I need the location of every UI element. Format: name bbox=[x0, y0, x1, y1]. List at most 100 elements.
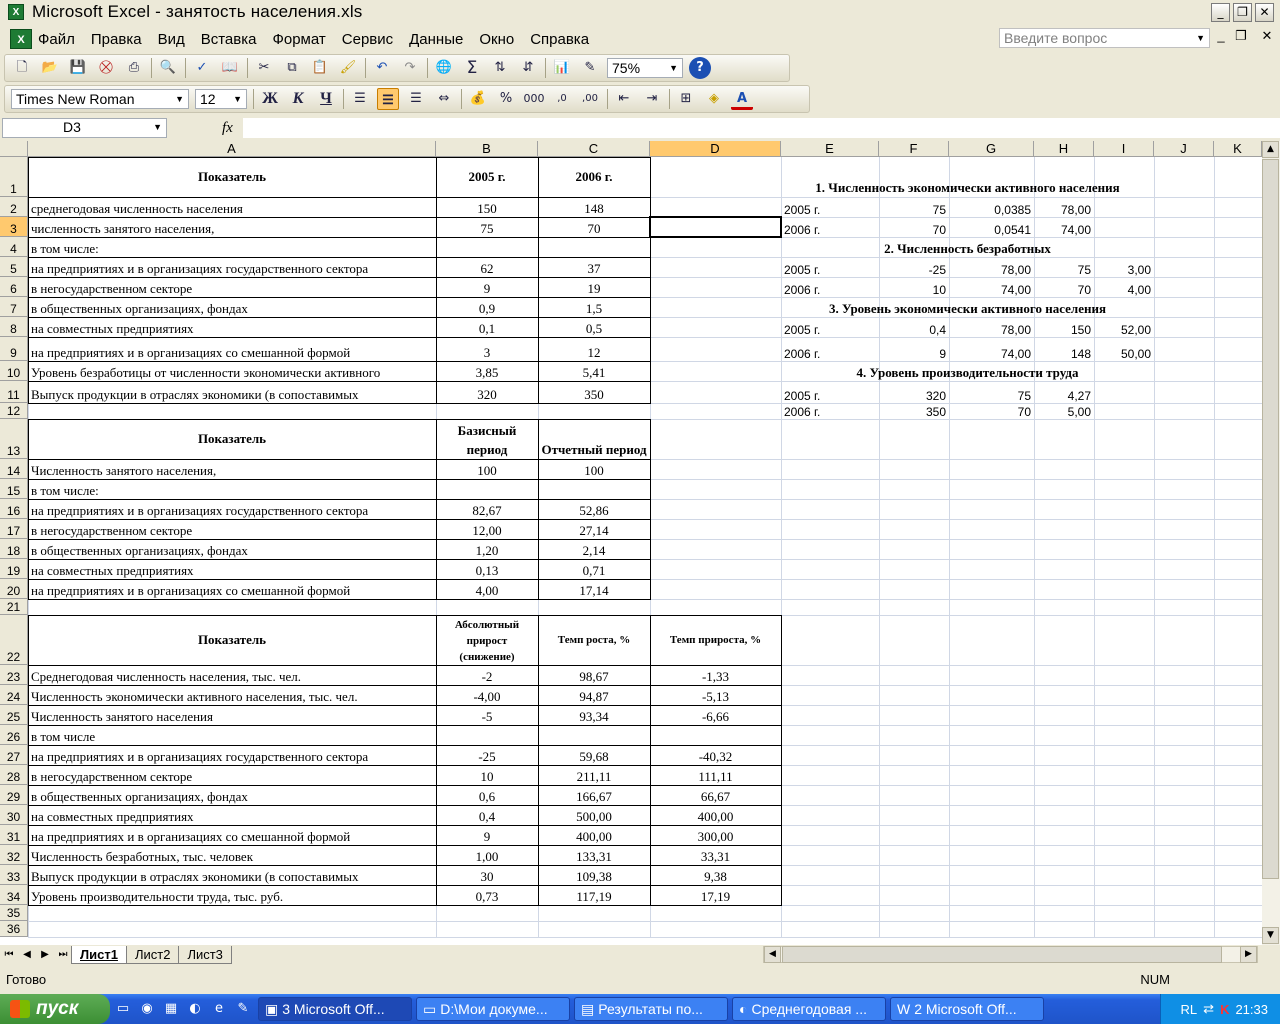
cell-g2[interactable]: 0,0385 bbox=[949, 197, 1034, 217]
cell-e5[interactable]: 2005 г. bbox=[781, 257, 879, 277]
menu-edit[interactable]: Правка bbox=[91, 31, 142, 48]
column-header-b[interactable]: B bbox=[436, 141, 538, 157]
cell-c18[interactable]: 2,14 bbox=[538, 539, 650, 559]
font-color-icon[interactable]: A bbox=[731, 88, 753, 110]
cell-e10[interactable]: 4. Уровень производительности труда bbox=[781, 361, 1154, 381]
cell-a14[interactable]: Численность занятого населения, bbox=[28, 459, 436, 479]
cell-i8[interactable]: 52,00 bbox=[1094, 317, 1154, 337]
undo-icon[interactable]: ↶ bbox=[371, 57, 393, 79]
column-header-d[interactable]: D bbox=[650, 141, 781, 157]
sort-descending-icon[interactable]: ⇵ bbox=[517, 57, 539, 79]
cell-c13[interactable]: Отчетный период bbox=[538, 419, 650, 459]
cell-b14[interactable]: 100 bbox=[436, 459, 538, 479]
menu-format[interactable]: Формат bbox=[272, 31, 325, 48]
row-header-26[interactable]: 26 bbox=[0, 725, 28, 745]
font-select[interactable]: Times New Roman ▼ bbox=[11, 89, 189, 109]
last-sheet-icon[interactable]: ⏭ bbox=[54, 949, 72, 960]
cell-b30[interactable]: 0,4 bbox=[436, 805, 538, 825]
cell-a27[interactable]: на предприятиях и в организациях государ… bbox=[28, 745, 436, 765]
cell-c7[interactable]: 1,5 bbox=[538, 297, 650, 317]
cell-a15[interactable]: в том числе: bbox=[28, 479, 436, 499]
column-header-c[interactable]: C bbox=[538, 141, 650, 157]
fill-color-icon[interactable]: ◈ bbox=[703, 88, 725, 110]
cell-h5[interactable]: 75 bbox=[1034, 257, 1094, 277]
row-header-13[interactable]: 13 bbox=[0, 419, 28, 459]
column-header-k[interactable]: K bbox=[1214, 141, 1262, 157]
cell-d30[interactable]: 400,00 bbox=[650, 805, 781, 825]
active-cell[interactable] bbox=[649, 216, 782, 238]
cell-c32[interactable]: 133,31 bbox=[538, 845, 650, 865]
cell-b33[interactable]: 30 bbox=[436, 865, 538, 885]
prev-sheet-icon[interactable]: ◀ bbox=[18, 949, 36, 960]
cell-c31[interactable]: 400,00 bbox=[538, 825, 650, 845]
chart-wizard-icon[interactable]: 📊 bbox=[551, 57, 573, 79]
format-painter-icon[interactable]: 🖌 bbox=[337, 57, 359, 79]
increase-decimal-icon[interactable]: ,0 bbox=[551, 88, 573, 110]
row-header-28[interactable]: 28 bbox=[0, 765, 28, 785]
cell-c25[interactable]: 93,34 bbox=[538, 705, 650, 725]
cell-c14[interactable]: 100 bbox=[538, 459, 650, 479]
cell-e7[interactable]: 3. Уровень экономически активного населе… bbox=[781, 297, 1154, 317]
cell-b7[interactable]: 0,9 bbox=[436, 297, 538, 317]
row-header-30[interactable]: 30 bbox=[0, 805, 28, 825]
row-header-11[interactable]: 11 bbox=[0, 381, 28, 403]
cell-d23[interactable]: -1,33 bbox=[650, 665, 781, 685]
cell-a20[interactable]: на предприятиях и в организациях со смеш… bbox=[28, 579, 436, 599]
menu-insert[interactable]: Вставка bbox=[201, 31, 257, 48]
decrease-decimal-icon[interactable]: ,00 bbox=[579, 88, 601, 110]
open-icon[interactable]: 📂 bbox=[39, 57, 61, 79]
copy-icon[interactable]: ⧉ bbox=[281, 57, 303, 79]
cell-e9[interactable]: 2006 г. bbox=[781, 337, 879, 361]
cell-b18[interactable]: 1,20 bbox=[436, 539, 538, 559]
cell-c16[interactable]: 52,86 bbox=[538, 499, 650, 519]
cell-c30[interactable]: 500,00 bbox=[538, 805, 650, 825]
cell-c5[interactable]: 37 bbox=[538, 257, 650, 277]
menu-help[interactable]: Справка bbox=[530, 31, 589, 48]
quick-launch-firefox-icon[interactable]: ◐ bbox=[184, 998, 206, 1020]
paste-icon[interactable]: 📋 bbox=[309, 57, 331, 79]
row-header-24[interactable]: 24 bbox=[0, 685, 28, 705]
cell-e6[interactable]: 2006 г. bbox=[781, 277, 879, 297]
cell-d27[interactable]: -40,32 bbox=[650, 745, 781, 765]
cell-a4[interactable]: в том числе: bbox=[28, 237, 436, 257]
cell-f2[interactable]: 75 bbox=[879, 197, 949, 217]
cell-a5[interactable]: на предприятиях и в организациях государ… bbox=[28, 257, 436, 277]
workbook-icon[interactable]: X bbox=[10, 29, 32, 49]
help-icon[interactable]: ? bbox=[689, 57, 711, 79]
print-icon[interactable]: ⎙ bbox=[123, 57, 145, 79]
cell-c19[interactable]: 0,71 bbox=[538, 559, 650, 579]
cell-b17[interactable]: 12,00 bbox=[436, 519, 538, 539]
row-header-33[interactable]: 33 bbox=[0, 865, 28, 885]
formula-input[interactable] bbox=[243, 118, 1280, 138]
cell-a25[interactable]: Численность занятого населения bbox=[28, 705, 436, 725]
cell-e2[interactable]: 2005 г. bbox=[781, 197, 879, 217]
cell-h8[interactable]: 150 bbox=[1034, 317, 1094, 337]
cell-g8[interactable]: 78,00 bbox=[949, 317, 1034, 337]
cell-b34[interactable]: 0,73 bbox=[436, 885, 538, 905]
task-browser[interactable]: ◐ Среднегодовая ... bbox=[732, 997, 886, 1021]
cell-e8[interactable]: 2005 г. bbox=[781, 317, 879, 337]
italic-button[interactable]: К bbox=[287, 88, 309, 110]
row-header-4[interactable]: 4 bbox=[0, 237, 28, 257]
task-folder[interactable]: ▭ D:\Мои докуме... bbox=[416, 997, 570, 1021]
row-header-14[interactable]: 14 bbox=[0, 459, 28, 479]
help-question-input[interactable]: Введите вопрос ▼ bbox=[999, 28, 1210, 48]
cell-a29[interactable]: в общественных организациях, фондах bbox=[28, 785, 436, 805]
cell-a3[interactable]: численность занятого населения, bbox=[28, 217, 436, 237]
cell-a28[interactable]: в негосударственном секторе bbox=[28, 765, 436, 785]
cell-a9[interactable]: на предприятиях и в организациях со смеш… bbox=[28, 337, 436, 361]
cell-d22[interactable]: Темп прироста, % bbox=[650, 615, 781, 665]
zoom-select[interactable]: 75% ▼ bbox=[607, 58, 683, 78]
cell-c22[interactable]: Темп роста, % bbox=[538, 615, 650, 665]
cell-h2[interactable]: 78,00 bbox=[1034, 197, 1094, 217]
close-button[interactable]: ✕ bbox=[1255, 2, 1274, 22]
quick-launch-ie-icon[interactable]: e bbox=[208, 998, 230, 1020]
quick-launch-calc-icon[interactable]: ▦ bbox=[160, 998, 182, 1020]
cell-a19[interactable]: на совместных предприятиях bbox=[28, 559, 436, 579]
scroll-down-icon[interactable]: ▼ bbox=[1262, 927, 1279, 944]
cell-d34[interactable]: 17,19 bbox=[650, 885, 781, 905]
cell-a30[interactable]: на совместных предприятиях bbox=[28, 805, 436, 825]
cell-i6[interactable]: 4,00 bbox=[1094, 277, 1154, 297]
spreadsheet-grid[interactable]: A B C D E F G H I J K 1 2 3 4 5 6 7 8 9 10 11 12 13 14 15 16 17 18 19… bbox=[0, 141, 1262, 945]
cell-b10[interactable]: 3,85 bbox=[436, 361, 538, 381]
